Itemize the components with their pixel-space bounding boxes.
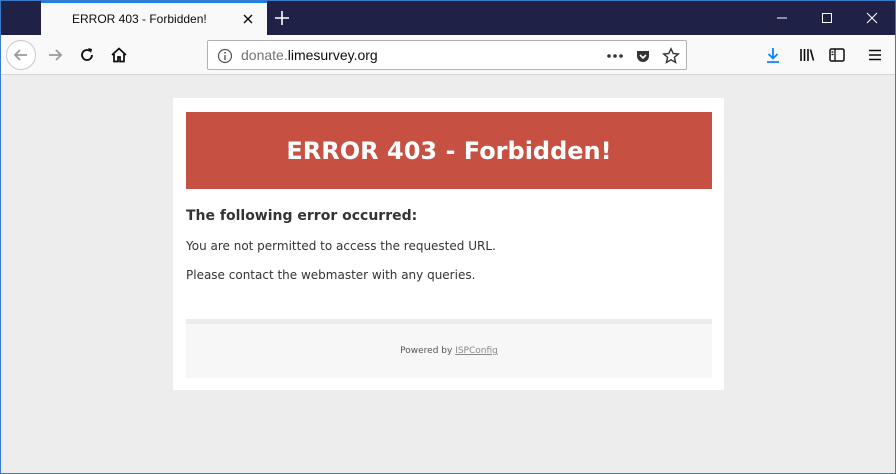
error-message: You are not permitted to access the requ… [186, 239, 496, 253]
page-actions-icon[interactable] [606, 47, 624, 65]
minimize-icon[interactable] [759, 1, 805, 35]
new-tab-plus-icon[interactable] [273, 9, 291, 27]
back-arrow-icon[interactable] [6, 40, 36, 70]
error-banner: ERROR 403 - Forbidden! [186, 112, 712, 189]
forward-arrow-icon[interactable] [41, 41, 69, 69]
download-icon[interactable] [759, 41, 787, 69]
home-icon[interactable] [105, 41, 133, 69]
ispconfig-link[interactable]: ISPConfig [455, 346, 498, 356]
powered-by-label: Powered by [400, 346, 456, 356]
contact-message: Please contact the webmaster with any qu… [186, 268, 476, 282]
menu-hamburger-icon[interactable] [861, 41, 889, 69]
sidebar-icon[interactable] [823, 41, 851, 69]
url-domain: limesurvey.org [287, 47, 378, 63]
error-heading: The following error occurred: [186, 208, 418, 224]
active-tab[interactable]: ERROR 403 - Forbidden! [41, 1, 267, 35]
pocket-icon[interactable] [634, 47, 652, 65]
tab-title: ERROR 403 - Forbidden! [72, 12, 207, 26]
bookmark-star-icon[interactable] [662, 47, 680, 65]
navigation-toolbar: donate.limesurvey.org [1, 35, 895, 75]
reload-icon[interactable] [73, 41, 101, 69]
error-card: ERROR 403 - Forbidden! The following err… [173, 98, 724, 390]
url-subdomain: donate. [241, 47, 288, 63]
footer-text: Powered by ISPConfig [400, 346, 498, 356]
info-icon[interactable] [216, 47, 234, 65]
tab-bar: ERROR 403 - Forbidden! [1, 1, 895, 35]
error-title: ERROR 403 - Forbidden! [286, 136, 612, 165]
address-bar[interactable]: donate.limesurvey.org [207, 40, 687, 70]
maximize-icon[interactable] [804, 1, 850, 35]
footer: Powered by ISPConfig [186, 319, 712, 378]
close-window-icon[interactable] [849, 1, 895, 35]
tab-close-icon[interactable] [241, 11, 255, 25]
url-text: donate.limesurvey.org [241, 47, 378, 63]
library-icon[interactable] [793, 41, 821, 69]
page-content: ERROR 403 - Forbidden! The following err… [1, 76, 895, 473]
